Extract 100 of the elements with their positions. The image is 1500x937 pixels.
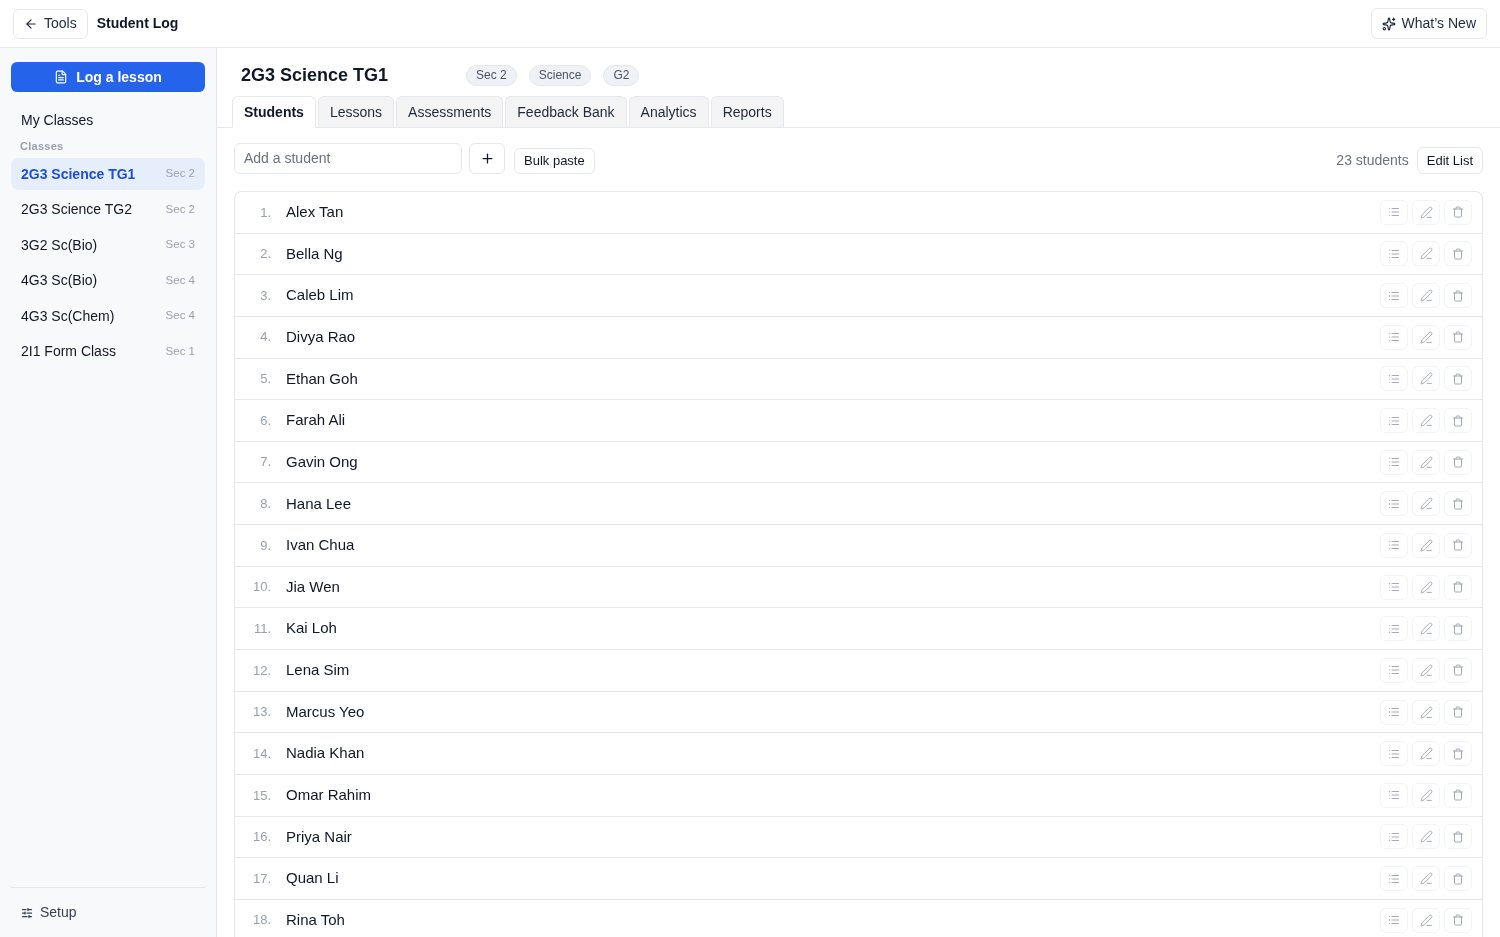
details-button[interactable] [1380,324,1408,350]
bulk-paste-button[interactable]: Bulk paste [514,147,595,174]
delete-button[interactable] [1444,574,1472,600]
class-item[interactable]: 2G3 Science TG2 Sec 2 [11,193,205,226]
delete-button[interactable] [1444,782,1472,808]
delete-button[interactable] [1444,866,1472,892]
delete-button[interactable] [1444,657,1472,683]
delete-button[interactable] [1444,449,1472,475]
class-tag: Science [528,64,592,86]
details-button[interactable] [1380,408,1408,433]
row-number: 12. [251,661,271,680]
delete-button[interactable] [1444,199,1472,225]
class-item[interactable]: 4G3 Sc(Chem) Sec 4 [11,300,205,332]
back-button[interactable]: Tools [13,8,88,39]
details-button[interactable] [1380,699,1408,725]
details-button[interactable] [1380,782,1408,808]
delete-button[interactable] [1444,699,1472,725]
list-icon [1388,706,1400,718]
edit-button[interactable] [1412,824,1440,850]
pencil-icon [1419,788,1433,802]
edit-button[interactable] [1412,741,1440,767]
list-icon [1388,456,1400,469]
edit-button[interactable] [1412,782,1440,808]
details-button[interactable] [1380,199,1408,225]
class-item[interactable]: 4G3 Sc(Bio) Sec 4 [11,264,205,297]
edit-button[interactable] [1412,408,1440,433]
delete-button[interactable] [1444,366,1472,392]
tab[interactable]: Students [232,96,316,128]
delete-button[interactable] [1444,491,1472,517]
edit-list-button[interactable]: Edit List [1416,147,1483,174]
edit-button[interactable] [1412,866,1440,892]
edit-button[interactable] [1412,449,1440,475]
tab[interactable]: Lessons [317,96,395,127]
student-name: Nadia Khan [286,743,365,764]
add-student-field[interactable]: Add a student [234,142,462,174]
delete-button[interactable] [1444,616,1472,642]
student-name: Priya Nair [286,826,352,847]
student-name: Quan Li [286,868,339,889]
tab[interactable]: Reports [710,96,784,127]
class-item[interactable]: 2I1 Form Class Sec 1 [11,335,205,368]
list-icon [1388,581,1400,594]
edit-button[interactable] [1412,616,1440,642]
delete-button[interactable] [1444,532,1472,558]
delete-button[interactable] [1444,741,1472,767]
details-button[interactable] [1380,491,1408,517]
details-button[interactable] [1380,657,1408,683]
row-number: 17. [251,869,271,888]
log-lesson-button[interactable]: Log a lesson [11,62,205,92]
details-button[interactable] [1380,532,1408,558]
edit-button[interactable] [1412,241,1440,267]
list-icon [1388,914,1400,927]
class-level: Sec 4 [165,272,195,288]
edit-button[interactable] [1412,491,1440,517]
class-name: 2G3 Science TG1 [21,164,136,184]
details-button[interactable] [1380,616,1408,642]
class-item[interactable]: 3G2 Sc(Bio) Sec 3 [11,229,205,261]
details-button[interactable] [1380,824,1408,850]
details-button[interactable] [1380,907,1408,933]
edit-button[interactable] [1412,574,1440,600]
pencil-icon [1419,455,1433,469]
tab[interactable]: Analytics [628,96,709,127]
details-button[interactable] [1380,241,1408,267]
edit-button[interactable] [1412,283,1440,309]
page-title: Student Log [96,14,179,33]
edit-button[interactable] [1412,199,1440,225]
details-button[interactable] [1380,741,1408,767]
tab[interactable]: Feedback Bank [505,96,627,127]
list-icon [1388,206,1400,219]
row-number: 3. [259,286,271,305]
class-item[interactable]: 2G3 Science TG1 Sec 2 [11,158,205,190]
add-button[interactable] [469,142,505,174]
details-button[interactable] [1380,283,1408,309]
details-button[interactable] [1380,449,1408,475]
delete-button[interactable] [1444,907,1472,933]
delete-button[interactable] [1444,408,1472,433]
delete-button[interactable] [1444,324,1472,350]
trash-icon [1452,331,1464,344]
edit-button[interactable] [1412,699,1440,725]
edit-button[interactable] [1412,366,1440,392]
whats-new-button[interactable]: What’s New [1370,8,1487,39]
student-name: Omar Rahim [286,785,371,806]
delete-button[interactable] [1444,241,1472,267]
class-tag: G2 [603,64,640,86]
edit-button[interactable] [1412,532,1440,558]
setup-button[interactable]: Setup [11,902,87,923]
edit-button[interactable] [1412,907,1440,933]
class-name: 2I1 Form Class [21,342,116,361]
trash-icon [1452,414,1464,427]
details-button[interactable] [1380,866,1408,892]
delete-button[interactable] [1444,283,1472,309]
student-count: 23 students [1336,151,1409,170]
details-button[interactable] [1380,366,1408,392]
trash-icon [1452,497,1464,510]
details-button[interactable] [1380,574,1408,600]
class-level: Sec 3 [165,237,195,253]
delete-button[interactable] [1444,824,1472,850]
edit-button[interactable] [1412,324,1440,350]
my-classes-link[interactable]: My Classes [11,105,205,135]
tab[interactable]: Assessments [396,96,504,127]
edit-button[interactable] [1412,657,1440,683]
